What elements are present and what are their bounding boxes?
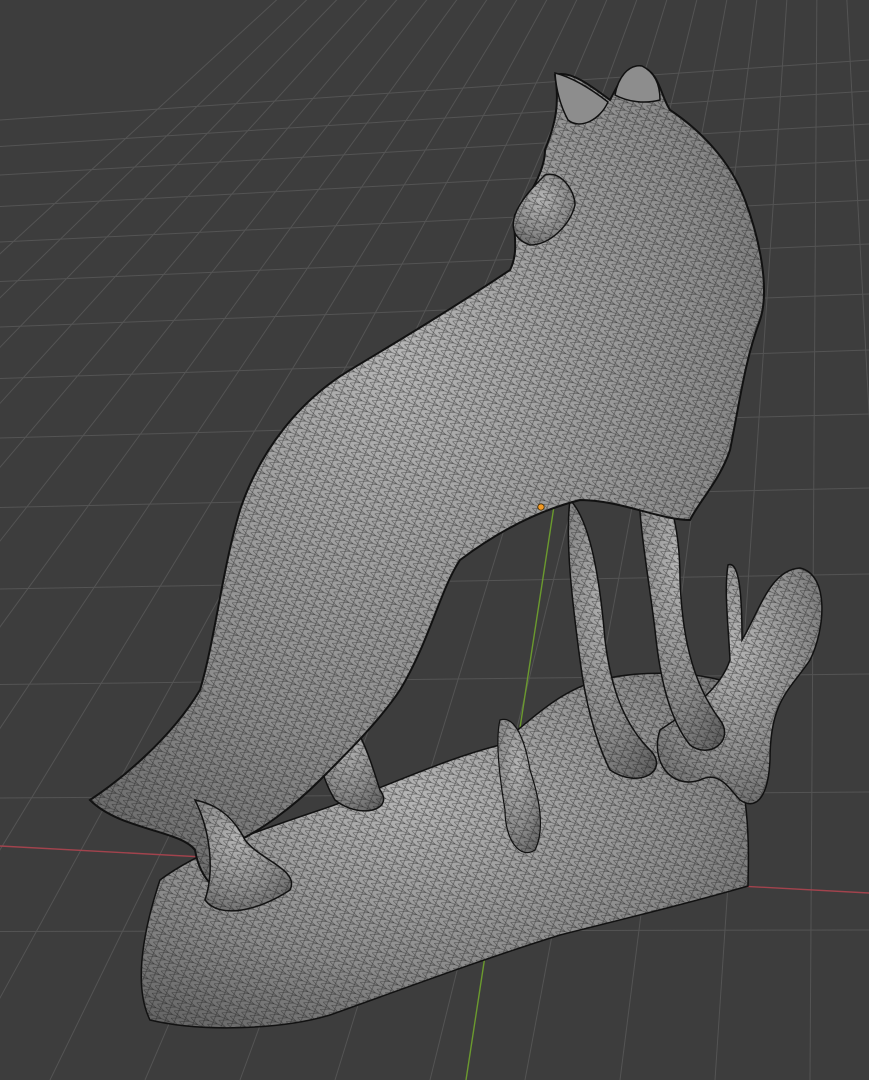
object-origin-point[interactable] bbox=[537, 503, 545, 511]
3d-viewport[interactable] bbox=[0, 0, 869, 1080]
